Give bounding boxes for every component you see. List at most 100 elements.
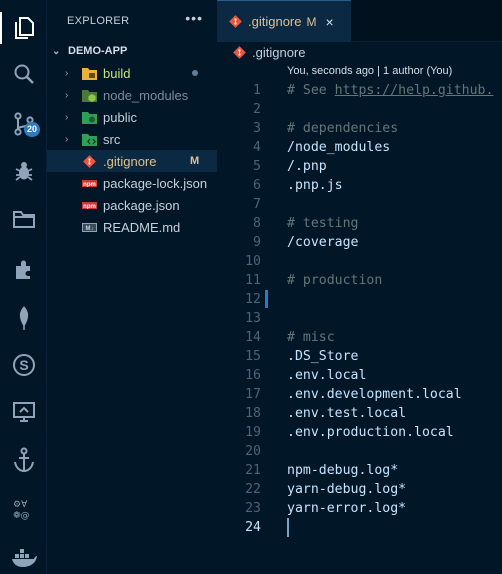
chevron-down-icon: ⌄ (52, 45, 61, 57)
code-line[interactable]: 22 yarn-debug.log* (217, 480, 502, 499)
tab-gitignore[interactable]: .gitignore M × (217, 0, 351, 42)
code-line[interactable]: 9/coverage (217, 233, 502, 252)
code-line[interactable]: 4/node_modules (217, 138, 502, 157)
code-line[interactable]: 5 /.pnp (217, 157, 502, 176)
code-line[interactable]: 14 # misc (217, 328, 502, 347)
code-line[interactable]: 20 (217, 442, 502, 461)
code-line[interactable]: 23 yarn-error.log* (217, 499, 502, 518)
tree-item-public[interactable]: › public (47, 106, 217, 128)
code-text: .DS_Store (287, 349, 359, 364)
run-debug-activity-button[interactable] (0, 151, 47, 191)
tree-item-label: package.json (103, 197, 180, 213)
close-icon[interactable]: × (325, 14, 333, 30)
line-number: 5 (253, 159, 261, 174)
line-number: 18 (245, 406, 261, 421)
tree-item-build[interactable]: › build (47, 62, 217, 84)
code-line[interactable]: 7 (217, 195, 502, 214)
s-circle-icon: S (12, 354, 35, 376)
line-number: 21 (245, 463, 261, 478)
workspace-section-header[interactable]: ⌄ DEMO-APP (47, 40, 217, 62)
npm-file-icon: npm (81, 198, 97, 212)
s-extension-activity-button[interactable]: S (0, 345, 47, 385)
tab-label: .gitignore (248, 14, 302, 29)
code-link[interactable]: https://help.github. (335, 83, 494, 98)
code-text: .env.production.local (287, 425, 454, 440)
code-line[interactable]: 24 (217, 518, 502, 537)
line-content: .env.local (287, 366, 366, 385)
line-number: 17 (245, 387, 261, 402)
code-line[interactable]: 2 (217, 100, 502, 119)
line-number: 13 (245, 311, 261, 326)
line-number: 12 (245, 292, 261, 307)
code-line[interactable]: 8 # testing (217, 214, 502, 233)
code-line[interactable]: 11 # production (217, 271, 502, 290)
code-line[interactable]: 21 npm-debug.log* (217, 461, 502, 480)
line-content: /coverage (287, 233, 358, 252)
tree-item-label: public (103, 109, 137, 125)
code-line[interactable]: 12 (217, 290, 502, 309)
remote-explorer-activity-button[interactable] (0, 392, 47, 432)
line-content: .env.test.local (287, 404, 406, 423)
code-line[interactable]: 6 .pnp.js (217, 176, 502, 195)
line-content: # dependencies (287, 119, 398, 138)
mongodb-activity-button[interactable] (0, 298, 47, 338)
svg-text:❁@: ❁@ (13, 511, 30, 521)
breadcrumb-file[interactable]: .gitignore (252, 45, 305, 60)
code-line[interactable]: 3 # dependencies (217, 119, 502, 138)
code-line[interactable]: 10 (217, 252, 502, 271)
tree-item-readme-md[interactable]: M↓ README.md (47, 216, 217, 238)
explorer-activity-button[interactable] (0, 8, 47, 48)
code-text: .env.local (287, 368, 367, 383)
extensions-activity-button[interactable] (0, 249, 47, 289)
line-number: 19 (245, 425, 261, 440)
code-text: .env.development.local (287, 387, 462, 402)
chevron-right-icon: › (65, 133, 69, 145)
anchor-activity-button[interactable] (0, 440, 47, 480)
git-status-badge: M (190, 155, 200, 167)
code-line[interactable]: 18 .env.test.local (217, 404, 502, 423)
node-folder-icon (81, 88, 97, 102)
folder-icon (12, 211, 35, 228)
code-text: .pnp.js (287, 178, 343, 193)
svg-text:npm: npm (83, 182, 96, 187)
tree-item-gitignore[interactable]: .gitignore M (47, 150, 217, 172)
source-control-activity-button[interactable]: 20 (0, 104, 47, 144)
public-folder-icon (81, 110, 97, 124)
change-gutter-marker[interactable] (265, 290, 268, 308)
code-line[interactable]: 16 .env.local (217, 366, 502, 385)
line-number: 3 (253, 121, 261, 136)
symbols-activity-button[interactable]: ⚙∀ ❁@ (0, 489, 47, 529)
run-debug-icon (14, 162, 33, 181)
line-number: 8 (253, 216, 261, 231)
tree-item-node-modules[interactable]: › node_modules (47, 84, 217, 106)
remote-explorer-icon (12, 402, 35, 422)
line-number: 1 (253, 83, 261, 98)
code-text: /.pnp (287, 159, 327, 174)
line-number: 24 (245, 520, 261, 535)
code-line[interactable]: 17 .env.development.local (217, 385, 502, 404)
markdown-file-icon: M↓ (81, 220, 97, 234)
git-blame-codelens[interactable]: You, seconds ago | 1 author (You) (287, 65, 452, 77)
line-number: 6 (253, 178, 261, 193)
code-text: # dependencies (287, 121, 399, 136)
tree-item-package-json[interactable]: npm package.json (47, 194, 217, 216)
code-text: npm-debug.log* (287, 463, 399, 478)
code-line[interactable]: 13 (217, 309, 502, 328)
tree-item-src[interactable]: › src (47, 128, 217, 150)
code-line[interactable]: 1 # See https://help.github. (217, 81, 502, 100)
tree-item-label: README.md (103, 219, 181, 235)
code-line[interactable]: 19 .env.production.local (217, 423, 502, 442)
folder-activity-button[interactable] (0, 199, 47, 239)
tree-item-package-lock-json[interactable]: npm package-lock.json (47, 172, 217, 194)
line-content: yarn-debug.log* (287, 480, 406, 499)
docker-activity-button[interactable] (0, 538, 47, 574)
more-actions-button[interactable]: ••• (185, 10, 203, 26)
code-editor[interactable]: You, seconds ago | 1 author (You) 1 # See… (217, 62, 502, 574)
code-line[interactable]: 15 .DS_Store (217, 347, 502, 366)
git-file-icon (233, 45, 246, 59)
tab-git-status: M (306, 14, 317, 29)
line-content: # testing (287, 214, 358, 233)
code-text: /node_modules (287, 140, 391, 155)
search-activity-button[interactable] (0, 54, 47, 94)
src-folder-icon (81, 132, 97, 146)
